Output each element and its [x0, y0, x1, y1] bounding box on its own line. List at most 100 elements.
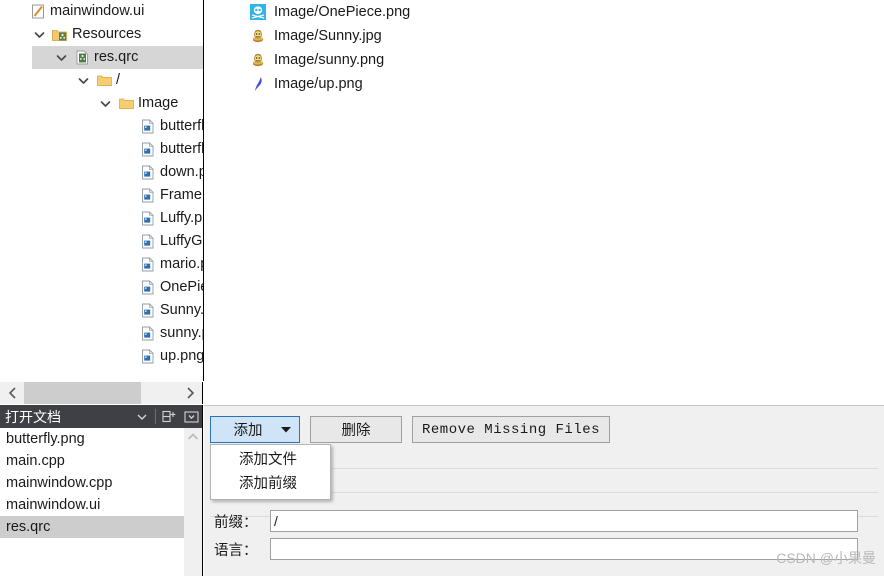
chevron-down-icon[interactable]: [72, 77, 94, 85]
chevron-down-icon[interactable]: [277, 426, 295, 433]
document-item-label: mainwindow.cpp: [6, 475, 113, 491]
header-divider: [155, 409, 156, 424]
image-file-icon: [138, 211, 158, 226]
image-file-icon: [138, 165, 158, 180]
tree-item-onepiece-png[interactable]: OnePiece.png: [0, 276, 203, 299]
tree-item-label: LuffyG.png: [160, 233, 203, 249]
open-documents-title: 打开文档: [5, 408, 61, 425]
delete-button-label: 删除: [341, 423, 371, 439]
add-button[interactable]: 添加: [210, 416, 300, 443]
resource-file-row[interactable]: Image/up.png: [204, 72, 884, 96]
document-item-label: res.qrc: [6, 519, 51, 535]
tree-item-label: Frame.png: [160, 187, 203, 203]
chevron-down-icon[interactable]: [131, 405, 153, 428]
prefix-label: 前缀：: [214, 514, 258, 531]
tree-item-sunny-png[interactable]: sunny.png: [0, 322, 203, 345]
tree-item-label: butterfly.png: [160, 118, 203, 134]
tree-item-label: down.png: [160, 164, 203, 180]
tree-item-label: Resources: [72, 26, 142, 42]
resource-file-label: Image/OnePiece.png: [274, 4, 411, 20]
add-dropdown-menu: 添加文件 添加前缀: [210, 444, 331, 500]
ship-icon: [248, 28, 268, 44]
language-field-row: 语言：: [214, 537, 864, 561]
prefix-field-row: 前缀：: [214, 509, 864, 533]
image-file-icon: [138, 188, 158, 203]
tree-horizontal-scrollbar[interactable]: [0, 382, 203, 404]
remove-missing-files-button[interactable]: Remove Missing Files: [412, 416, 611, 443]
tree-item-label: butterfly2.png: [160, 141, 203, 157]
tree-item-label: sunny.png: [160, 325, 203, 341]
project-tree: mainwindow.ui Resources res.qrc / Image butte…: [0, 0, 203, 368]
skull-icon: [248, 4, 268, 20]
document-item[interactable]: mainwindow.cpp: [0, 472, 202, 494]
app-root: mainwindow.ui Resources res.qrc / Image butte…: [0, 0, 884, 576]
image-file-icon: [138, 257, 158, 272]
tree-item-res-qrc[interactable]: res.qrc: [0, 46, 203, 69]
tree-item-image[interactable]: Image: [0, 92, 203, 115]
tree-item-label: up.png: [160, 348, 204, 364]
menu-item-add-file-label: 添加文件: [239, 452, 297, 468]
tree-hscroll-thumb[interactable]: [24, 382, 141, 404]
resource-file-list-panel: Image/OnePiece.png Image/Sunny.jpg Image/s…: [204, 0, 884, 404]
open-documents-panel: 打开文档 butterfly.png main.cpp mainwindow.c…: [0, 405, 203, 576]
tree-item-label: mario.png: [160, 256, 203, 272]
document-item[interactable]: main.cpp: [0, 450, 202, 472]
tree-item-sunny-jpg[interactable]: Sunny.jpg: [0, 299, 203, 322]
document-item[interactable]: butterfly.png: [0, 428, 202, 450]
document-item-label: mainwindow.ui: [6, 497, 101, 513]
image-file-icon: [138, 326, 158, 341]
tree-item-luffyg-png[interactable]: LuffyG.png: [0, 230, 203, 253]
scroll-up-arrow-icon[interactable]: [184, 428, 202, 445]
ui-file-icon: [28, 4, 48, 19]
menu-item-add-prefix-label: 添加前缀: [239, 476, 297, 492]
arrow-icon: [248, 76, 268, 92]
scroll-left-arrow-icon[interactable]: [0, 382, 24, 404]
resource-file-label: Image/Sunny.jpg: [274, 28, 382, 44]
prefix-input[interactable]: [270, 510, 858, 532]
resource-file-label: Image/up.png: [274, 76, 363, 92]
scroll-right-arrow-icon[interactable]: [178, 382, 202, 404]
image-file-icon: [138, 142, 158, 157]
tree-item-label: Sunny.jpg: [160, 302, 204, 318]
document-item[interactable]: res.qrc: [0, 516, 202, 538]
tree-item-up-png[interactable]: up.png: [0, 345, 203, 368]
tree-item-frame-png[interactable]: Frame.png: [0, 184, 203, 207]
tree-item-down-png[interactable]: down.png: [0, 161, 203, 184]
resource-file-row[interactable]: Image/OnePiece.png: [204, 0, 884, 24]
chevron-down-icon[interactable]: [28, 31, 50, 39]
tree-item-luffy-png[interactable]: Luffy.png: [0, 207, 203, 230]
tree-item-mainwindow-ui[interactable]: mainwindow.ui: [0, 0, 203, 23]
tree-item-label: /: [116, 72, 121, 88]
tree-item-resources[interactable]: Resources: [0, 23, 203, 46]
split-view-icon[interactable]: [158, 405, 180, 428]
menu-item-add-file[interactable]: 添加文件: [211, 448, 330, 472]
chevron-down-icon[interactable]: [50, 54, 72, 62]
tree-item-butterfly-png[interactable]: butterfly.png: [0, 115, 203, 138]
open-documents-list: butterfly.png main.cpp mainwindow.cpp mainw…: [0, 428, 202, 576]
tree-item--[interactable]: /: [0, 69, 203, 92]
resources-folder-icon: [50, 28, 70, 42]
tree-hscroll-track[interactable]: [24, 382, 178, 404]
documents-vertical-scrollbar[interactable]: [184, 428, 202, 576]
watermark: CSDN @小果曼: [776, 550, 876, 566]
tree-item-mario-png[interactable]: mario.png: [0, 253, 203, 276]
open-documents-items: butterfly.png main.cpp mainwindow.cpp mainw…: [0, 428, 202, 538]
chevron-down-icon[interactable]: [94, 100, 116, 108]
open-documents-header: 打开文档: [0, 405, 202, 428]
menu-item-add-prefix[interactable]: 添加前缀: [211, 472, 330, 496]
resource-file-row[interactable]: Image/Sunny.jpg: [204, 24, 884, 48]
tree-item-butterfly2-png[interactable]: butterfly2.png: [0, 138, 203, 161]
document-item-label: main.cpp: [6, 453, 65, 469]
document-item[interactable]: mainwindow.ui: [0, 494, 202, 516]
language-input[interactable]: [270, 538, 858, 560]
tree-item-label: mainwindow.ui: [50, 3, 145, 19]
folder-icon: [94, 74, 114, 87]
delete-button[interactable]: 删除: [310, 416, 402, 443]
resource-file-label: Image/sunny.png: [274, 52, 385, 68]
document-item-label: butterfly.png: [6, 431, 85, 447]
tree-item-label: OnePiece.png: [160, 279, 204, 295]
resource-file-row[interactable]: Image/sunny.png: [204, 48, 884, 72]
add-button-label: 添加: [233, 423, 263, 439]
close-panel-icon[interactable]: [180, 405, 202, 428]
image-file-icon: [138, 349, 158, 364]
